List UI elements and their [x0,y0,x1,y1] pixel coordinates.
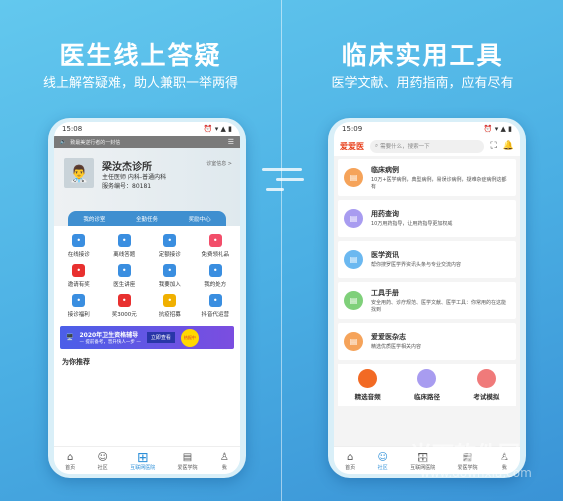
grid-item[interactable]: • 邀请有奖 [56,264,102,288]
card-icon: ▤ [344,332,363,351]
watermark-logo: 当下软件园 [410,443,521,468]
banner-title: 2020年卫生资格辅导 [79,332,139,339]
hospital-icon: ⊞ [136,450,149,466]
book-icon: ▤ [182,452,193,463]
video-icon: • [208,294,222,307]
tool-card[interactable]: ▤ 爱爱医杂志 精选优质医学相关内容 [338,323,516,360]
nav-home[interactable]: ⌂ 首页 [345,452,355,471]
tool-card[interactable]: ▤ 医学资讯 帮你搜罗医学界资讯头条与专业交流内容 [338,241,516,278]
doctor-name: 梁汝杰诊所 [102,162,152,173]
right-subtitle: 医学文献、用药指南，应有尽有 [331,76,514,91]
grid-item[interactable]: • 医生讲座 [102,264,148,288]
card-icon: ▤ [344,168,363,187]
grid-item[interactable]: • 我要加入 [147,264,193,288]
nav-home[interactable]: ⌂ 首页 [65,452,75,471]
chat-icon: ☺ [97,452,108,463]
right-panel: 临床实用工具 医学文献、用药指南，应有尽有 15:09 ⏰ ▾ ▲ ▮ 爱爱医 ⌕… [282,0,563,501]
nav-hospital[interactable]: ⊞ 互联网医院 [130,450,155,471]
tool-card[interactable]: ▤ 临床病例 10万+医学病例，典型病例，易误诊病例，疑难杂症病例这都有 [338,159,516,196]
banner-button[interactable]: 立即查看 [146,332,175,343]
tab-my-clinic[interactable]: 我的诊室 [83,215,105,223]
doctor-title: 主任医师 内科-普通内科 [102,174,167,181]
status-icons: ⏰ ▾ ▲ ▮ [203,125,232,133]
search-input[interactable]: ⌕ 需要什么，搜索一下 [370,139,485,153]
lecture-icon: • [117,264,131,277]
gift-icon: • [208,234,222,247]
grid-item[interactable]: • 奖3000元 [102,294,148,318]
grid-item[interactable]: • 接诊福利 [56,294,102,318]
invite-icon: • [72,264,86,277]
watermark-url: www.downxia.com [420,466,532,480]
scan-icon[interactable]: ⛶ [490,141,496,151]
status-time: 15:09 [342,125,363,133]
grid-item[interactable]: • 在线接诊 [56,234,102,258]
quick-icon [476,369,496,388]
status-time: 15:08 [62,125,83,133]
recruit-icon: • [163,294,177,307]
avatar: 👨‍⚕️ [64,158,94,188]
left-phone: 15:08 ⏰ ▾ ▲ ▮ 🔈 致最美逆行者的一封信 ☰ 👨‍⚕️ 梁汝杰诊所 主任医… [48,118,246,478]
notice-bar[interactable]: 🔈 致最美逆行者的一封信 ☰ [54,136,240,148]
grid-item[interactable]: • 离线答题 [102,234,148,258]
chat-icon: ☺ [377,452,388,463]
trophy-icon: • [117,294,131,307]
user-icon: ♙ [219,452,229,463]
doctor-number: 服务编号：80181 [102,183,152,190]
banner-subtitle: — 提前备考，晋升快人一步 — [79,340,141,345]
search-icon: ⌕ [375,142,379,149]
grid-item[interactable]: • 免费领礼品 [193,234,239,258]
bottom-nav: ⌂ 首页 ☺ 社区 ⊞ 互联网医院 ▤ 爱医学院 ♙ 我 [54,446,240,474]
tab-rewards[interactable]: 奖励中心 [189,215,211,223]
welfare-icon: • [72,294,86,307]
banner-badge: 热报中 [180,328,199,347]
feature-grid: • 在线接诊 • 离线答题 • 定额接诊 • 免费领礼品 • 邀请有奖 • 医生讲座 • 我要加入 • 我的处… [54,226,240,322]
quick-icon [358,369,378,388]
home-icon: ⌂ [346,452,354,463]
banner-illustration: 🖥️ [66,334,74,341]
left-title: 医生线上答疑 [59,41,222,70]
notice-text: 致最美逆行者的一封信 [70,139,121,146]
speaker-icon: 🔈 [60,139,67,145]
clinic-info-link[interactable]: 诊室信息 > [206,160,232,167]
left-subtitle: 线上解答疑难，助人兼职一举两得 [42,76,238,91]
right-title: 临床实用工具 [341,41,504,70]
menu-icon[interactable]: ☰ [228,138,234,146]
tool-card[interactable]: ▤ 用药查询 10万用药指导，让用药指导更加权威 [338,200,516,237]
prescription-icon: • [208,264,222,277]
quick-link[interactable]: 精选音频 [355,369,381,401]
card-icon: ▤ [344,291,363,310]
note-icon: • [117,234,131,247]
app-logo: 爱爱医 [340,140,364,151]
left-panel: 医生线上答疑 线上解答疑难，助人兼职一举两得 15:08 ⏰ ▾ ▲ ▮ 🔈 致最美… [0,0,281,501]
grid-item[interactable]: • 抗疫招募 [147,294,193,318]
tab-tasks[interactable]: 全勤任务 [136,215,158,223]
doctor-card: 👨‍⚕️ 梁汝杰诊所 主任医师 内科-普通内科 服务编号：80181 诊室信息 … [54,148,240,226]
recommend-heading: 为你推荐 [62,358,90,366]
quick-icon [417,369,437,388]
status-bar: 15:08 ⏰ ▾ ▲ ▮ [54,122,240,136]
nav-community[interactable]: ☺ 社区 [377,452,387,471]
join-icon: • [163,264,177,277]
card-icon: ▤ [344,209,363,228]
nav-community[interactable]: ☺ 社区 [97,452,107,471]
quick-links: 精选音频 临床路径 考试模拟 [338,364,516,406]
status-icons: ⏰ ▾ ▲ ▮ [483,125,512,133]
quick-link[interactable]: 考试模拟 [473,369,499,401]
quick-link[interactable]: 临床路径 [414,369,440,401]
nav-academy[interactable]: ▤ 爱医学院 [178,452,198,471]
promo-banner[interactable]: 🖥️ 2020年卫生资格辅导 — 提前备考，晋升快人一步 — 立即查看 热报中 [60,326,234,349]
nav-me[interactable]: ♙ 我 [220,452,229,471]
status-bar: 15:09 ⏰ ▾ ▲ ▮ [334,122,520,136]
right-phone: 15:09 ⏰ ▾ ▲ ▮ 爱爱医 ⌕ 需要什么，搜索一下 ⛶ 🔔 ▤ 临床病例 10万… [328,118,526,478]
grid-item[interactable]: • 我的处方 [193,264,239,288]
medkit-icon: • [72,234,86,247]
tool-card[interactable]: ▤ 工具手册 安全用药、诊疗规范、医学文献、医学工具：你常用的在这能找到 [338,282,516,319]
grid-item[interactable]: • 定额接诊 [147,234,193,258]
home-icon: ⌂ [66,452,74,463]
grid-item[interactable]: • 抖音代运营 [193,294,239,318]
bell-icon[interactable]: 🔔 [503,141,514,151]
yen-icon: • [163,234,177,247]
card-icon: ▤ [344,250,363,269]
